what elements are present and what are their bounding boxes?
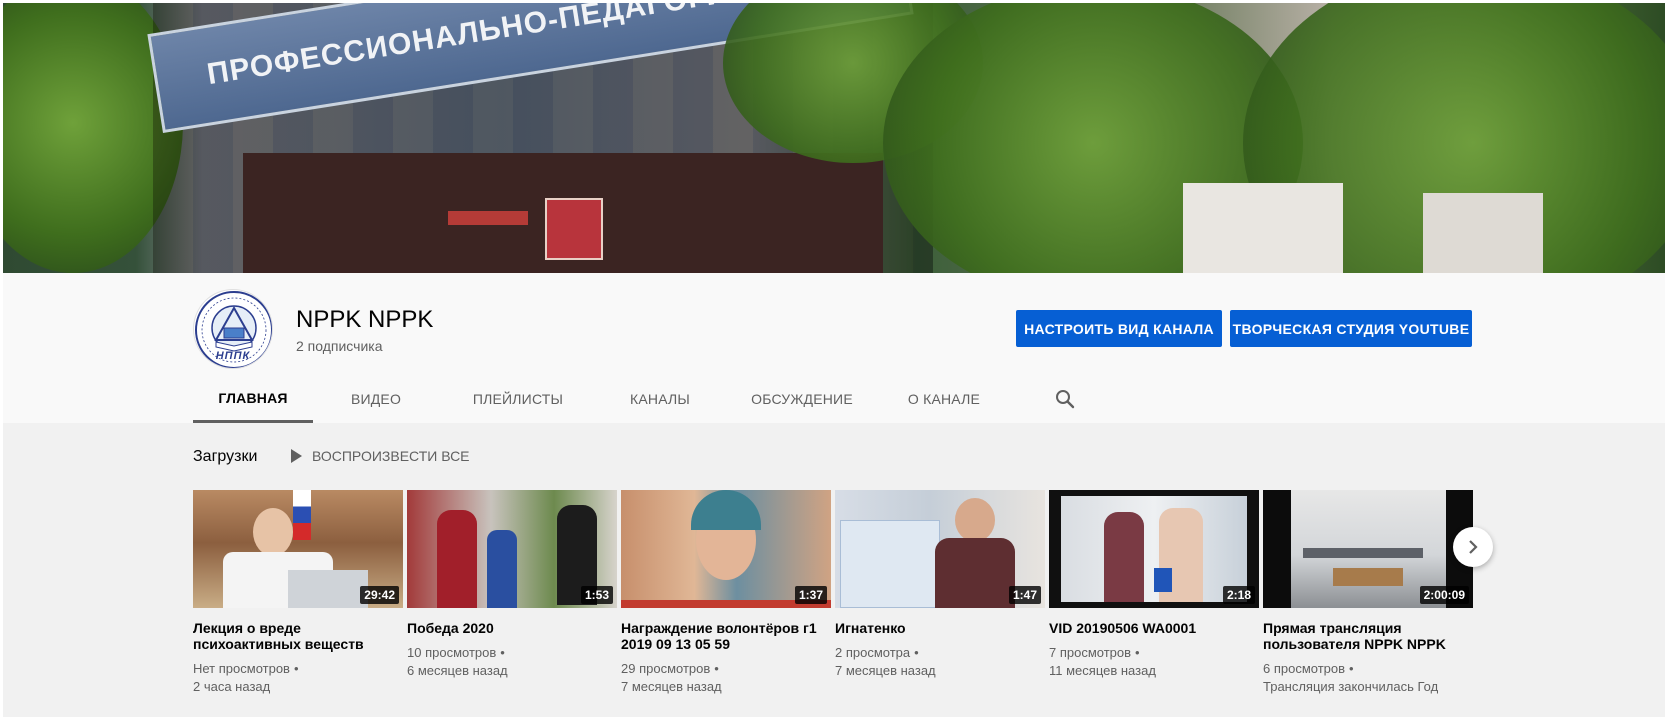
tab-videos[interactable]: ВИДЕО [321, 375, 431, 423]
video-item[interactable]: 2:18 VID 20190506 WA0001 7 просмотров • 1… [1049, 490, 1259, 680]
video-thumbnail[interactable]: 2:00:09 [1263, 490, 1473, 608]
thumb-table [1333, 568, 1403, 586]
video-title[interactable]: Лекция о вреде психоактивных веществ [193, 620, 403, 652]
video-duration: 29:42 [360, 586, 399, 604]
video-views: 7 просмотров [1049, 645, 1132, 660]
video-views: 6 просмотров [1263, 661, 1346, 676]
video-meta: 10 просмотров • 6 месяцев назад [407, 644, 617, 680]
customize-channel-button[interactable]: НАСТРОИТЬ ВИД КАНАЛА [1016, 310, 1222, 347]
thumb-figure [1104, 512, 1144, 602]
video-views: Нет просмотров [193, 661, 290, 676]
thumb-figure [253, 508, 293, 556]
video-meta: 29 просмотров • 7 месяцев назад [621, 660, 831, 696]
thumb-figure [437, 510, 477, 608]
subscriber-count: 2 подписчика [296, 338, 383, 354]
video-meta: 2 просмотра • 7 месяцев назад [835, 644, 1045, 680]
video-views: 2 просмотра [835, 645, 911, 660]
video-views: 10 просмотров [407, 645, 497, 660]
youtube-studio-button[interactable]: ТВОРЧЕСКАЯ СТУДИЯ YOUTUBE [1230, 310, 1472, 347]
shelf-title: Загрузки [193, 448, 258, 465]
tab-playlists[interactable]: ПЛЕЙЛИСТЫ [453, 375, 583, 423]
meta-separator: • [500, 645, 505, 660]
channel-header: НППК NPPK NPPK 2 подписчика НАСТРОИТЬ ВИ… [3, 273, 1665, 423]
video-age: 11 месяцев назад [1049, 663, 1156, 678]
thumb-microphone [1154, 568, 1172, 592]
thumb-laptop [288, 570, 368, 608]
video-age: Трансляция закончилась Год [1263, 679, 1439, 694]
thumb-face [955, 498, 995, 542]
channel-banner: ПРОФЕССИОНАЛЬНО-ПЕДАГОГИЧЕСКИЙ КОЛЛЕДЖ [3, 3, 1665, 273]
video-duration: 1:47 [1008, 586, 1041, 604]
video-meta: 6 просмотров • Трансляция закончилась Год [1263, 660, 1473, 696]
video-duration: 1:53 [580, 586, 613, 604]
channel-search-button[interactable] [1053, 387, 1077, 411]
shelf-next-button[interactable] [1453, 527, 1493, 567]
video-duration: 1:37 [794, 586, 827, 604]
meta-separator: • [293, 661, 299, 676]
search-icon [1056, 390, 1075, 409]
thumb-figure [487, 530, 517, 608]
video-age: 6 месяцев назад [407, 663, 508, 678]
video-title[interactable]: Победа 2020 [407, 620, 617, 636]
video-duration: 2:00:09 [1419, 586, 1469, 604]
video-title[interactable]: VID 20190506 WA0001 [1049, 620, 1259, 636]
thumb-desks [1303, 548, 1423, 558]
thumb-flag [293, 490, 311, 540]
building-window [1423, 193, 1543, 273]
video-thumbnail[interactable]: 2:18 [1049, 490, 1259, 608]
video-thumbnail[interactable]: 1:37 [621, 490, 831, 608]
chevron-right-icon [1469, 540, 1478, 554]
thumb-figure [935, 538, 1015, 608]
avatar-text: НППК [215, 350, 251, 362]
meta-separator: • [714, 661, 719, 676]
play-icon [291, 449, 302, 463]
video-age: 7 месяцев назад [621, 679, 722, 694]
video-item[interactable]: 1:37 Награждение волонтёров г1 2019 09 1… [621, 490, 831, 696]
tab-discussion[interactable]: ОБСУЖДЕНИЕ [737, 375, 867, 423]
building-window [1183, 183, 1343, 273]
channel-tabs: ГЛАВНАЯ ВИДЕО ПЛЕЙЛИСТЫ КАНАЛЫ ОБСУЖДЕНИ… [193, 375, 1075, 423]
video-thumbnail[interactable]: 29:42 [193, 490, 403, 608]
video-title[interactable]: Игнатенко [835, 620, 1045, 636]
tab-about[interactable]: О КАНАЛЕ [889, 375, 999, 423]
video-thumbnail[interactable]: 1:53 [407, 490, 617, 608]
channel-title: NPPK NPPK [296, 306, 434, 333]
video-duration: 2:18 [1222, 586, 1255, 604]
play-all-button[interactable]: ВОСПРОИЗВЕСТИ ВСЕ [289, 444, 470, 468]
video-item[interactable]: 29:42 Лекция о вреде психоактивных вещес… [193, 490, 403, 696]
play-all-label: ВОСПРОИЗВЕСТИ ВСЕ [312, 448, 470, 464]
video-item[interactable]: 1:47 Игнатенко 2 просмотра • 7 месяцев на… [835, 490, 1045, 680]
video-thumbnail[interactable]: 1:47 [835, 490, 1045, 608]
video-item[interactable]: 1:53 Победа 2020 10 просмотров • 6 месяце… [407, 490, 617, 680]
meta-separator: • [1349, 661, 1354, 676]
thumb-headscarf [691, 490, 761, 530]
video-item[interactable]: 2:00:09 Прямая трансляция пользователя N… [1263, 490, 1473, 696]
video-views: 29 просмотров [621, 661, 711, 676]
channel-content: Загрузки ВОСПРОИЗВЕСТИ ВСЕ 29:42 Лекция … [3, 423, 1665, 717]
thumb-banner [840, 520, 940, 608]
neon-sign [448, 211, 528, 225]
video-age: 7 месяцев назад [835, 663, 936, 678]
tab-home[interactable]: ГЛАВНАЯ [193, 375, 313, 423]
video-age: 2 часа назад [193, 679, 271, 694]
meta-separator: • [1135, 645, 1140, 660]
video-meta: 7 просмотров • 11 месяцев назад [1049, 644, 1259, 680]
tab-channels[interactable]: КАНАЛЫ [605, 375, 715, 423]
video-title[interactable]: Награждение волонтёров г1 2019 09 13 05 … [621, 620, 831, 652]
video-title[interactable]: Прямая трансляция пользователя NPPK NPPK [1263, 620, 1473, 652]
video-meta: Нет просмотров • 2 часа назад [193, 660, 403, 696]
channel-avatar[interactable]: НППК [193, 289, 273, 369]
meta-separator: • [914, 645, 919, 660]
entrance-plaque [545, 198, 603, 260]
